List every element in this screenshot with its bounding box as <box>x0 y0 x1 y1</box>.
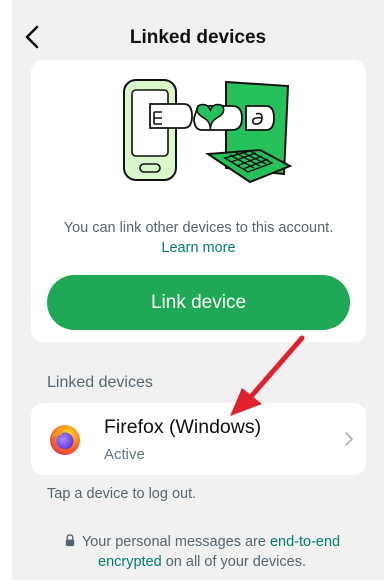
linked-devices-heading: Linked devices <box>47 374 153 391</box>
learn-more-link[interactable]: Learn more <box>31 238 366 258</box>
device-row[interactable]: Firefox (Windows) Active <box>31 403 366 475</box>
firefox-icon <box>50 425 80 455</box>
page-title: Linked devices <box>129 27 267 48</box>
link-device-button[interactable]: Link device <box>47 275 350 330</box>
link-description: You can link other devices to this accou… <box>63 220 334 236</box>
device-name: Firefox (Windows) <box>104 416 262 438</box>
chevron-right-icon <box>345 432 353 446</box>
logout-hint: Tap a device to log out. <box>47 486 197 502</box>
encryption-notice: Your personal messages are end-to-end en… <box>42 532 362 572</box>
link-device-card: You can link other devices to this accou… <box>31 60 366 342</box>
encryption-text-after: on all of your devices. <box>161 554 306 570</box>
device-status: Active <box>104 446 145 463</box>
devices-illustration <box>123 79 293 184</box>
lock-icon <box>65 534 75 547</box>
linked-devices-screen: Linked devices You can link other device <box>12 0 384 580</box>
encryption-text-before: Your personal messages are <box>81 534 270 550</box>
